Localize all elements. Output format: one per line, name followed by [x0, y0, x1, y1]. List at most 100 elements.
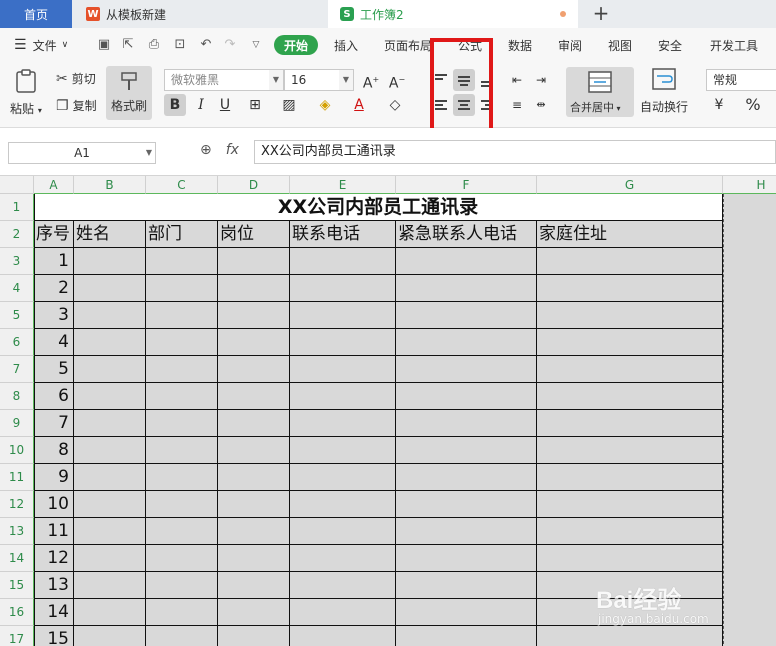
table-cell[interactable] [146, 410, 218, 437]
table-cell[interactable] [290, 572, 396, 599]
table-cell[interactable] [218, 383, 290, 410]
table-cell[interactable] [290, 599, 396, 626]
distributed-align-button[interactable]: ⇹ [530, 94, 552, 116]
row-header-7[interactable]: 7 [0, 356, 34, 383]
row-header-10[interactable]: 10 [0, 437, 34, 464]
cut-button[interactable]: ✂ 剪切 [56, 70, 96, 87]
name-box[interactable]: A1 ▼ [8, 142, 156, 164]
table-cell[interactable] [218, 518, 290, 545]
table-cell[interactable] [537, 491, 723, 518]
bold-button[interactable]: B [164, 94, 186, 116]
format-painter-button[interactable]: 格式刷 [106, 66, 152, 120]
paste-button[interactable]: 粘贴 ▾ [10, 68, 42, 117]
copy-button[interactable]: ❐ 复制 [56, 97, 97, 114]
menu-tab-review[interactable]: 审阅 [558, 28, 582, 62]
new-tab-button[interactable]: + [590, 2, 612, 24]
row-header-16[interactable]: 16 [0, 599, 34, 626]
table-cell[interactable] [74, 302, 146, 329]
tab-home[interactable]: 首页 [0, 0, 72, 28]
auto-wrap-button[interactable]: 自动换行 [640, 68, 688, 115]
justify-button[interactable]: ≡ [506, 94, 528, 116]
table-cell[interactable] [146, 329, 218, 356]
table-cell[interactable] [396, 410, 537, 437]
row-header-13[interactable]: 13 [0, 518, 34, 545]
header-cell[interactable]: 家庭住址 [537, 221, 723, 248]
table-cell[interactable] [396, 437, 537, 464]
serial-cell[interactable]: 5 [34, 356, 74, 383]
menu-tab-insert[interactable]: 插入 [334, 28, 358, 62]
row-header-14[interactable]: 14 [0, 545, 34, 572]
serial-cell[interactable]: 13 [34, 572, 74, 599]
table-cell[interactable] [74, 329, 146, 356]
serial-cell[interactable]: 4 [34, 329, 74, 356]
column-header-f[interactable]: F [396, 176, 537, 194]
table-cell[interactable] [146, 464, 218, 491]
redo-icon[interactable]: ↷ [222, 37, 238, 53]
shrink-font-button[interactable]: A− [386, 69, 408, 92]
table-cell[interactable] [146, 491, 218, 518]
header-cell[interactable]: 岗位 [218, 221, 290, 248]
table-cell[interactable] [74, 599, 146, 626]
header-cell[interactable]: 序号 [34, 221, 74, 248]
table-cell[interactable] [218, 356, 290, 383]
column-header-g[interactable]: G [537, 176, 723, 194]
table-cell[interactable] [146, 572, 218, 599]
file-menu[interactable]: ☰ 文件 ∨ [14, 28, 68, 62]
serial-cell[interactable]: 2 [34, 275, 74, 302]
table-cell[interactable] [146, 626, 218, 646]
fx-icon[interactable]: fx [226, 142, 239, 158]
table-cell[interactable] [146, 383, 218, 410]
table-cell[interactable] [290, 275, 396, 302]
zoom-magnifier-icon[interactable]: ⊕ [200, 142, 212, 158]
table-cell[interactable] [74, 491, 146, 518]
table-cell[interactable] [146, 356, 218, 383]
table-cell[interactable] [218, 545, 290, 572]
print-preview-icon[interactable]: ⊡ [172, 37, 188, 53]
serial-cell[interactable]: 15 [34, 626, 74, 646]
table-cell[interactable] [290, 410, 396, 437]
serial-cell[interactable]: 10 [34, 491, 74, 518]
table-cell[interactable] [218, 329, 290, 356]
table-cell[interactable] [218, 275, 290, 302]
table-cell[interactable] [290, 356, 396, 383]
menu-tab-developer[interactable]: 开发工具 [710, 28, 758, 62]
table-cell[interactable] [396, 329, 537, 356]
row-header-6[interactable]: 6 [0, 329, 34, 356]
tab-template[interactable]: W 从模板新建 [74, 0, 326, 28]
tab-workbook[interactable]: S 工作簿2 [328, 0, 578, 28]
table-cell[interactable] [537, 545, 723, 572]
table-cell[interactable] [290, 329, 396, 356]
table-cell[interactable] [537, 518, 723, 545]
serial-cell[interactable]: 8 [34, 437, 74, 464]
merge-center-button[interactable]: 合并居中 ▾ [566, 67, 634, 117]
table-cell[interactable] [290, 437, 396, 464]
table-cell[interactable] [396, 383, 537, 410]
table-cell[interactable] [74, 626, 146, 646]
table-cell[interactable] [537, 464, 723, 491]
table-cell[interactable] [146, 518, 218, 545]
table-cell[interactable] [146, 248, 218, 275]
table-cell[interactable] [396, 626, 537, 646]
menu-tab-data[interactable]: 数据 [508, 28, 532, 62]
column-header-b[interactable]: B [74, 176, 146, 194]
table-cell[interactable] [146, 599, 218, 626]
menu-tab-view[interactable]: 视图 [608, 28, 632, 62]
clear-format-button[interactable]: ◇ [384, 94, 406, 116]
fill-color-button[interactable]: ◈ [314, 94, 336, 116]
table-cell[interactable] [537, 437, 723, 464]
table-cell[interactable] [396, 302, 537, 329]
formula-input[interactable]: XX公司内部员工通讯录 [254, 140, 776, 164]
serial-cell[interactable]: 7 [34, 410, 74, 437]
column-header-h[interactable]: H [723, 176, 776, 194]
title-cell[interactable]: XX公司内部员工通讯录 [34, 194, 723, 221]
table-cell[interactable] [218, 599, 290, 626]
row-header-4[interactable]: 4 [0, 275, 34, 302]
print-icon[interactable]: ⎙ [146, 37, 162, 53]
table-cell[interactable] [218, 302, 290, 329]
table-cell[interactable] [537, 383, 723, 410]
header-cell[interactable]: 姓名 [74, 221, 146, 248]
table-cell[interactable] [396, 518, 537, 545]
menu-tab-page-layout[interactable]: 页面布局 [384, 28, 432, 62]
table-cell[interactable] [74, 518, 146, 545]
table-cell[interactable] [218, 437, 290, 464]
